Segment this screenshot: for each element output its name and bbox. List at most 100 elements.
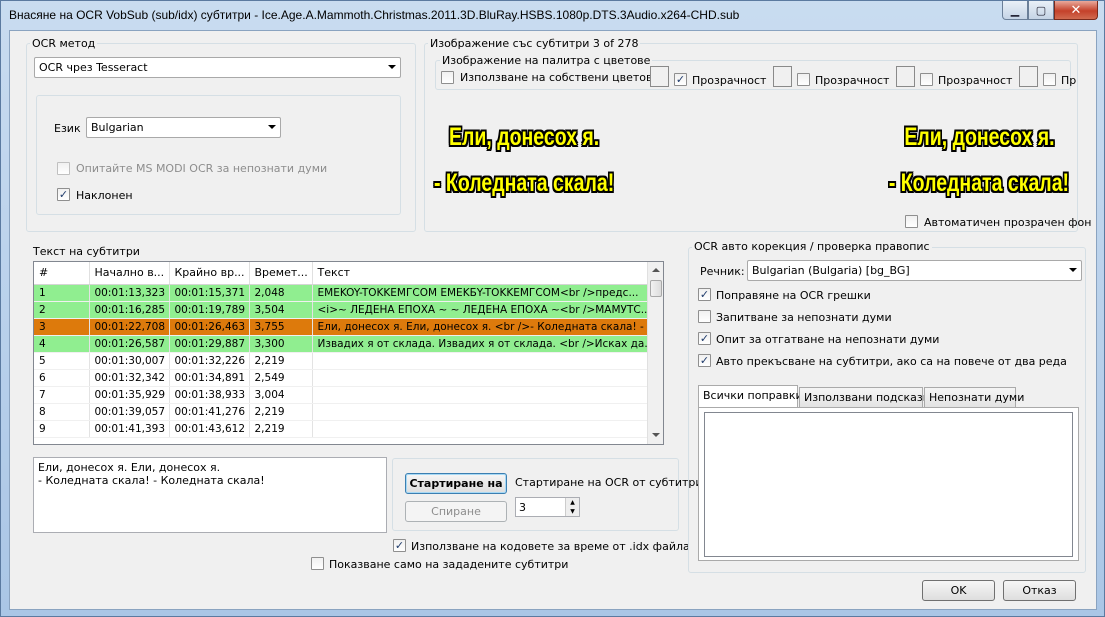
cell-end: 00:01:34,891 — [169, 369, 250, 387]
autocorrect-tabs: Всички поправки Използвани подсказки Неп… — [698, 385, 1078, 407]
table-row[interactable]: 5 00:01:30,007 00:01:32,226 2,219 — [34, 352, 648, 370]
language-combo[interactable]: Bulgarian — [86, 117, 281, 138]
cell-num: 2 — [34, 301, 90, 319]
subtitle-text-line1: Ели, донесох я. Ели, донесох я. — [38, 461, 221, 474]
guess-unknown-checkbox[interactable]: ✓ — [698, 332, 711, 345]
column-header-duration[interactable]: Времет... — [249, 262, 313, 285]
spin-up-icon[interactable]: ▲ — [565, 498, 579, 507]
window-title: Внасяне на OCR VobSub (sub/idx) субтитри… — [9, 8, 740, 22]
cell-end: 00:01:43,612 — [169, 420, 250, 438]
cell-duration: 3,504 — [249, 301, 313, 319]
all-fixes-list[interactable] — [704, 412, 1073, 557]
language-label: Език — [54, 122, 81, 135]
cell-start: 00:01:32,342 — [89, 369, 170, 387]
spin-down-icon[interactable]: ▼ — [565, 507, 579, 516]
scroll-down-icon[interactable] — [652, 433, 660, 437]
guess-unknown-label: Опит за отгатване на непознати думи — [716, 333, 940, 346]
subtitle-image-right-line2: - Коледната скала! — [888, 169, 1069, 197]
italic-checkbox[interactable]: ✓ — [57, 188, 70, 201]
color-swatch-3[interactable] — [896, 66, 915, 87]
ocr-method-value: OCR чрез Tesseract — [39, 61, 148, 74]
table-header: # Начално в... Крайно вр... Времет... Те… — [34, 262, 648, 285]
cell-num: 1 — [34, 284, 90, 302]
tab-used-hints[interactable]: Използвани подсказки — [799, 387, 937, 407]
use-idx-times-checkbox[interactable]: ✓ — [393, 539, 406, 552]
cell-duration: 2,048 — [249, 284, 313, 302]
subtitle-text-line2: - Коледната скала! - Коледната скала! — [38, 474, 265, 487]
cell-start: 00:01:26,587 — [89, 335, 170, 353]
vertical-scrollbar[interactable] — [647, 262, 663, 444]
cell-start: 00:01:13,323 — [89, 284, 170, 302]
fix-ocr-errors-checkbox[interactable]: ✓ — [698, 288, 711, 301]
window: Внасяне на OCR VobSub (sub/idx) субтитри… — [0, 0, 1105, 617]
start-ocr-button[interactable]: Стартиране на — [405, 473, 507, 494]
table-row[interactable]: 6 00:01:32,342 00:01:34,891 2,549 — [34, 369, 648, 387]
maximize-button[interactable]: ▢ — [1028, 1, 1054, 20]
table-row[interactable]: 4 00:01:26,587 00:01:29,887 3,300 Извадих я … — [34, 335, 648, 353]
auto-transparent-checkbox[interactable] — [905, 215, 918, 228]
chevron-down-icon — [388, 65, 396, 69]
start-from-spinner[interactable]: 3 ▲ ▼ — [515, 497, 580, 517]
all-fixes-panel — [698, 407, 1079, 561]
tab-unknown-words[interactable]: Непознати думи — [924, 387, 1024, 407]
subtitle-image-left-line1: Ели, донесох я. — [449, 123, 600, 151]
cell-end: 00:01:32,226 — [169, 352, 250, 370]
modi-checkbox[interactable] — [57, 162, 70, 175]
ok-button[interactable]: OK — [922, 580, 995, 601]
tab-all-fixes[interactable]: Всички поправки — [698, 385, 803, 407]
subtitles-group-label: Текст на субтитри — [33, 245, 140, 258]
subtitles-list[interactable]: # Начално в... Крайно вр... Времет... Те… — [33, 261, 664, 445]
fix-ocr-errors-label: Поправяне на OCR грешки — [716, 289, 871, 302]
close-button[interactable]: ✕ — [1054, 1, 1098, 20]
language-value: Bulgarian — [91, 121, 144, 134]
cell-start: 00:01:35,929 — [89, 386, 170, 404]
cell-duration: 3,300 — [249, 335, 313, 353]
table-row-selected[interactable]: 3 00:01:22,708 00:01:26,463 3,755 Ели, донес… — [34, 318, 648, 336]
transparency-checkbox-2[interactable] — [797, 73, 810, 86]
transparency-label-4: Пр — [1061, 74, 1077, 87]
table-row[interactable]: 8 00:01:39,057 00:01:41,276 2,219 — [34, 403, 648, 421]
cell-num: 3 — [34, 318, 90, 336]
dictionary-combo[interactable]: Bulgarian (Bulgaria) [bg_BG] — [747, 260, 1082, 281]
ocr-method-combo[interactable]: OCR чрез Tesseract — [34, 57, 401, 78]
transparency-checkbox-3[interactable] — [920, 73, 933, 86]
stop-ocr-button[interactable]: Спиране — [405, 501, 507, 522]
table-row[interactable]: 9 00:01:41,393 00:01:43,612 2,219 — [34, 420, 648, 438]
transparency-label-2: Прозрачност — [815, 74, 890, 87]
own-colors-checkbox[interactable] — [441, 71, 454, 84]
auto-break-checkbox[interactable]: ✓ — [698, 354, 711, 367]
cancel-button[interactable]: Отказ — [1003, 580, 1076, 601]
transparency-checkbox-1[interactable]: ✓ — [674, 73, 687, 86]
table-row[interactable]: 7 00:01:35,929 00:01:38,933 3,004 — [34, 386, 648, 404]
close-icon: ✕ — [1070, 2, 1082, 18]
scroll-thumb[interactable] — [650, 280, 662, 297]
transparency-checkbox-4[interactable] — [1043, 73, 1056, 86]
minimize-button[interactable]: ▁ — [1002, 1, 1028, 20]
show-only-forced-checkbox[interactable] — [311, 557, 324, 570]
color-swatch-4[interactable] — [1019, 66, 1038, 87]
autocorrect-group-label: OCR авто корекция / проверка правопис — [692, 240, 932, 253]
column-header-text[interactable]: Текст — [312, 262, 648, 285]
column-header-num[interactable]: # — [34, 262, 90, 285]
cell-duration: 2,219 — [249, 352, 313, 370]
cell-text — [312, 369, 648, 387]
column-header-end[interactable]: Крайно вр... — [169, 262, 250, 285]
table-row[interactable]: 1 00:01:13,323 00:01:15,371 2,048 EMEKOY-TOK… — [34, 284, 648, 302]
color-swatch-1[interactable] — [650, 66, 669, 87]
scroll-up-icon[interactable] — [652, 268, 660, 272]
table-row[interactable]: 2 00:01:16,285 00:01:19,789 3,504 <i>~ ЛЕДЕН… — [34, 301, 648, 319]
column-header-start[interactable]: Начално в... — [89, 262, 170, 285]
subtitle-text-editor[interactable]: Ели, донесох я. Ели, донесох я. - Коледн… — [33, 457, 387, 533]
cell-start: 00:01:22,708 — [89, 318, 170, 336]
subtitle-image-group-label: Изображение със субтитри 3 of 278 — [428, 37, 641, 50]
color-swatch-2[interactable] — [773, 66, 792, 87]
cell-start: 00:01:39,057 — [89, 403, 170, 421]
prompt-unknown-checkbox[interactable] — [698, 310, 711, 323]
cell-duration: 2,219 — [249, 403, 313, 421]
cell-duration: 2,219 — [249, 420, 313, 438]
auto-transparent-label: Автоматичен прозрачен фон — [924, 216, 1092, 229]
cell-duration: 2,549 — [249, 369, 313, 387]
cell-text: Ели, донесох я. Ели, донесох я. <br />- … — [312, 318, 648, 336]
transparency-label-3: Прозрачност — [938, 74, 1013, 87]
cell-text — [312, 403, 648, 421]
